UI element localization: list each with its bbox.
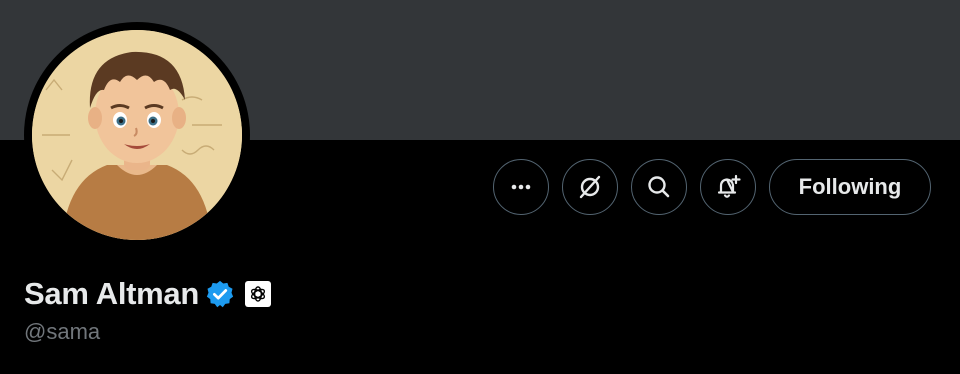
verified-badge-icon[interactable] (205, 279, 235, 309)
more-button[interactable] (493, 159, 549, 215)
profile-actions: Following (493, 159, 931, 215)
profile-name-row: Sam Altman (24, 276, 272, 312)
profile-handle: @sama (24, 319, 101, 344)
more-horizontal-icon (511, 184, 531, 190)
openai-logo-icon[interactable] (245, 281, 272, 307)
grok-icon (579, 175, 601, 199)
notifications-button[interactable] (700, 159, 756, 215)
following-button-label: Following (798, 174, 902, 199)
search-profile-button[interactable] (631, 159, 687, 215)
search-icon (648, 176, 670, 198)
bell-plus-icon (717, 174, 741, 198)
grok-button[interactable] (562, 159, 618, 215)
avatar-image (32, 30, 242, 240)
avatar[interactable] (32, 30, 242, 240)
following-button[interactable]: Following (769, 159, 931, 215)
avatar-frame (24, 22, 250, 248)
display-name: Sam Altman (24, 276, 200, 311)
